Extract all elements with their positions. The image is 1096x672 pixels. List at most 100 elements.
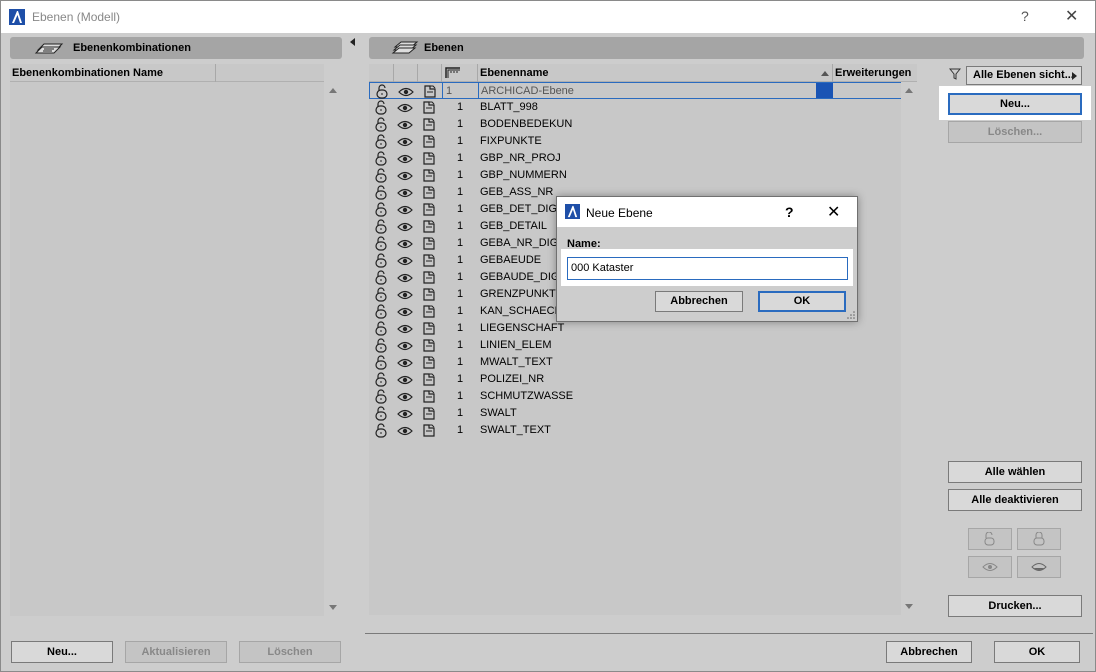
wireframe-doc-icon[interactable] [422, 219, 436, 236]
visibility-eye-icon[interactable] [397, 255, 413, 270]
wireframe-doc-icon[interactable] [422, 389, 436, 406]
dialog-ok-button[interactable]: OK [758, 291, 846, 312]
table-row[interactable]: 1 BLATT_998 [369, 99, 917, 116]
layer-intersection-number[interactable]: 1 [457, 305, 463, 317]
layer-name[interactable]: MWALT_TEXT [480, 356, 553, 368]
visibility-eye-icon[interactable] [397, 374, 413, 389]
visibility-eye-icon[interactable] [397, 306, 413, 321]
table-row[interactable]: 1 GBP_NR_PROJ [369, 150, 917, 167]
lock-status-icon[interactable] [373, 423, 389, 441]
table-row[interactable]: 1 ARCHICAD-Ebene [369, 82, 917, 99]
layer-intersection-number[interactable]: 1 [446, 85, 452, 97]
deactivate-all-button[interactable]: Alle deaktivieren [948, 489, 1082, 511]
wireframe-doc-icon[interactable] [422, 100, 436, 117]
layer-name[interactable]: FIXPUNKTE [480, 135, 542, 147]
table-row[interactable]: 1 MWALT_TEXT [369, 354, 917, 371]
wireframe-doc-icon[interactable] [422, 338, 436, 355]
layers-table[interactable]: Ebenenname Erweiterungen 1 ARCHICAD-Ebene… [369, 64, 917, 615]
table-row[interactable]: 1 BODENBEDEKUN [369, 116, 917, 133]
wireframe-doc-icon[interactable] [422, 253, 436, 270]
dialog-cancel-button[interactable]: Abbrechen [655, 291, 743, 312]
layer-intersection-number[interactable]: 1 [457, 339, 463, 351]
wireframe-doc-icon[interactable] [422, 134, 436, 151]
combination-new-button[interactable]: Neu... [11, 641, 113, 663]
layer-intersection-number[interactable]: 1 [457, 135, 463, 147]
combination-name-column[interactable]: Ebenenkombinationen Name [12, 67, 163, 79]
layer-name[interactable]: LIEGENSCHAFT [480, 322, 564, 334]
wireframe-doc-icon[interactable] [422, 321, 436, 338]
layer-name[interactable]: GBP_NUMMERN [480, 169, 567, 181]
ok-button[interactable]: OK [994, 641, 1080, 663]
wireframe-doc-icon[interactable] [422, 202, 436, 219]
layer-name[interactable]: GEBA_NR_DIG [480, 237, 558, 249]
left-scrollbar[interactable] [325, 82, 341, 616]
table-row[interactable]: 1 SCHMUTZWASSE [369, 388, 917, 405]
scroll-up-icon[interactable] [329, 88, 337, 93]
layer-intersection-number[interactable]: 1 [457, 118, 463, 130]
extensions-column[interactable]: Erweiterungen [835, 67, 911, 79]
table-row[interactable]: 1 LIEGENSCHAFT [369, 320, 917, 337]
layer-intersection-number[interactable]: 1 [457, 373, 463, 385]
layer-name[interactable]: ARCHICAD-Ebene [481, 85, 574, 97]
layer-intersection-number[interactable]: 1 [457, 220, 463, 232]
visibility-eye-icon[interactable] [397, 238, 413, 253]
layer-intersection-number[interactable]: 1 [457, 288, 463, 300]
visibility-eye-icon[interactable] [397, 425, 413, 440]
layer-name[interactable]: SCHMUTZWASSE [480, 390, 573, 402]
visibility-eye-icon[interactable] [397, 340, 413, 355]
layer-name-column[interactable]: Ebenenname [480, 67, 548, 79]
wireframe-doc-icon[interactable] [422, 185, 436, 202]
wireframe-doc-icon[interactable] [422, 372, 436, 389]
wireframe-doc-icon[interactable] [422, 236, 436, 253]
pen-set-column-icon[interactable] [445, 67, 461, 79]
sort-ascending-icon[interactable] [821, 71, 829, 76]
layer-name[interactable]: BLATT_998 [480, 101, 538, 113]
layer-combinations-list[interactable]: Ebenenkombinationen Name [10, 64, 341, 616]
layer-filter-select[interactable]: Alle Ebenen sicht... [966, 66, 1082, 85]
visibility-eye-icon[interactable] [397, 136, 413, 151]
dialog-help-button[interactable]: ? [785, 204, 794, 220]
table-row[interactable]: 1 LINIEN_ELEM [369, 337, 917, 354]
visibility-eye-icon[interactable] [397, 272, 413, 287]
wireframe-doc-icon[interactable] [422, 423, 436, 440]
layer-name[interactable]: BODENBEDEKUN [480, 118, 572, 130]
visibility-eye-icon[interactable] [397, 391, 413, 406]
scroll-up-icon[interactable] [905, 88, 913, 93]
layer-intersection-number[interactable]: 1 [457, 152, 463, 164]
wireframe-doc-icon[interactable] [422, 406, 436, 423]
layer-intersection-number[interactable]: 1 [457, 322, 463, 334]
visibility-eye-icon[interactable] [397, 204, 413, 219]
visibility-eye-icon[interactable] [397, 357, 413, 372]
table-row[interactable]: 1 FIXPUNKTE [369, 133, 917, 150]
layer-name[interactable]: SWALT_TEXT [480, 424, 551, 436]
layer-name[interactable]: GEB_ASS_NR [480, 186, 553, 198]
wireframe-doc-icon[interactable] [422, 304, 436, 321]
table-row[interactable]: 1 SWALT_TEXT [369, 422, 917, 439]
layer-name[interactable]: LINIEN_ELEM [480, 339, 552, 351]
layer-intersection-number[interactable]: 1 [457, 101, 463, 113]
visibility-eye-icon[interactable] [397, 221, 413, 236]
visibility-eye-icon[interactable] [397, 408, 413, 423]
combination-delete-button[interactable]: Löschen [239, 641, 341, 663]
layer-name[interactable]: POLIZEI_NR [480, 373, 544, 385]
layer-name[interactable]: GEB_DET_DIG [480, 203, 557, 215]
layer-name[interactable]: GBP_NR_PROJ [480, 152, 561, 164]
select-all-button[interactable]: Alle wählen [948, 461, 1082, 483]
layer-intersection-number[interactable]: 1 [457, 356, 463, 368]
layer-delete-button[interactable]: Löschen... [948, 121, 1082, 143]
layer-intersection-number[interactable]: 1 [457, 186, 463, 198]
wireframe-doc-icon[interactable] [422, 287, 436, 304]
layer-name[interactable]: GEBAEUDE [480, 254, 541, 266]
visibility-eye-icon[interactable] [397, 289, 413, 304]
wireframe-doc-icon[interactable] [422, 168, 436, 185]
layer-name[interactable]: GEBAUDE_DIGI [480, 271, 563, 283]
unlock-tool-button[interactable] [968, 528, 1012, 550]
visibility-eye-icon[interactable] [397, 102, 413, 117]
layer-intersection-number[interactable]: 1 [457, 237, 463, 249]
visibility-eye-icon[interactable] [397, 153, 413, 168]
table-row[interactable]: 1 GBP_NUMMERN [369, 167, 917, 184]
layer-new-button[interactable]: Neu... [948, 93, 1082, 115]
layer-intersection-number[interactable]: 1 [457, 271, 463, 283]
wireframe-doc-icon[interactable] [422, 117, 436, 134]
layer-intersection-number[interactable]: 1 [457, 203, 463, 215]
